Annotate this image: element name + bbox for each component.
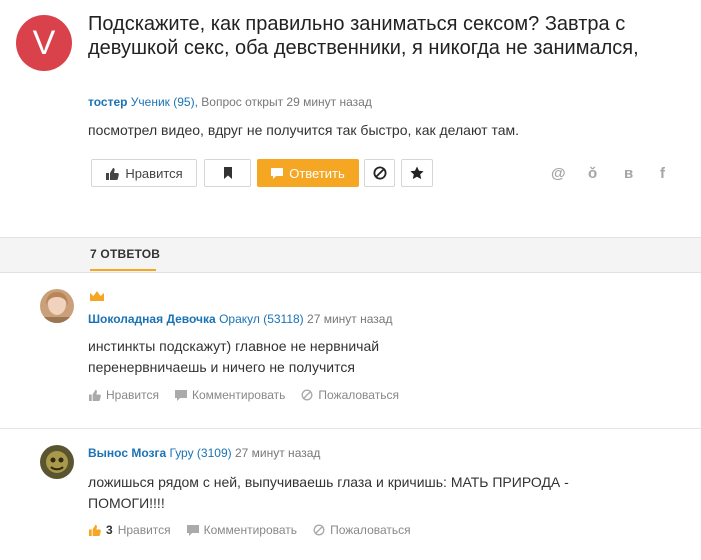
question-author-link[interactable]: тостер <box>88 95 127 109</box>
bookmark-icon <box>223 167 233 179</box>
tab-answers[interactable]: 7 ОТВЕТОВ <box>90 247 160 261</box>
answer-meta: Вынос Мозга Гуру (3109) 27 минут назад <box>88 446 320 460</box>
at-icon[interactable]: @ <box>551 165 566 182</box>
answer-comment-label: Комментировать <box>203 523 298 537</box>
answer-meta: Шоколадная Девочка Оракул (53118) 27 мин… <box>88 312 392 326</box>
thumbs-up-icon <box>88 524 101 536</box>
question-body: посмотрел видео, вдруг не получится так … <box>88 122 520 138</box>
crown-icon <box>90 291 104 301</box>
answer-time: 27 минут назад <box>234 446 321 460</box>
vk-icon[interactable]: в <box>624 165 633 182</box>
answer-like-button[interactable]: Нравится <box>88 388 159 402</box>
thumbs-up-icon <box>88 389 101 401</box>
answer-author-avatar[interactable] <box>40 445 74 479</box>
answer-author-rank: Оракул (53118) <box>219 312 304 326</box>
question-title: Подскажите, как правильно заниматься сек… <box>88 13 639 59</box>
odnoklassniki-icon[interactable]: ǒ <box>588 165 597 182</box>
answer-like-label: Нравится <box>117 523 171 537</box>
comment-icon <box>186 524 199 536</box>
answer-like-label: Нравится <box>106 388 159 402</box>
question-author-rank: Ученик (95), <box>130 95 198 109</box>
block-button[interactable] <box>364 159 395 187</box>
answer-report-label: Пожаловаться <box>318 388 399 402</box>
tab-active-indicator <box>90 269 156 271</box>
answer-button-label: Ответить <box>289 165 345 181</box>
block-icon <box>301 389 313 401</box>
answer-comment-button[interactable]: Комментировать <box>174 388 286 402</box>
star-icon <box>410 166 424 180</box>
comment-icon <box>271 167 284 179</box>
comment-icon <box>174 389 187 401</box>
thumbs-up-icon <box>105 167 120 180</box>
like-button[interactable]: Нравится <box>91 159 197 187</box>
question-author-avatar[interactable]: V <box>16 15 72 71</box>
answer-time: 27 минут назад <box>307 312 393 326</box>
block-icon <box>373 166 387 180</box>
answer-comment-button[interactable]: Комментировать <box>186 523 298 537</box>
answer-text: ложишься рядом с ней, выпучиваешь глаза … <box>88 474 569 511</box>
favorite-button[interactable] <box>401 159 433 187</box>
question-meta: тостер Ученик (95), Вопрос открыт 29 мин… <box>88 95 372 109</box>
answer-comment-label: Комментировать <box>191 388 286 402</box>
answer-author-link[interactable]: Шоколадная Девочка <box>88 312 216 326</box>
answer-like-button[interactable]: 3 Нравится <box>88 523 171 537</box>
facebook-icon[interactable]: f <box>660 165 665 182</box>
answer-report-button[interactable]: Пожаловаться <box>301 388 399 402</box>
answer-divider <box>0 428 701 429</box>
answer-report-label: Пожаловаться <box>330 523 411 537</box>
answer-like-count: 3 <box>106 523 113 537</box>
answer-author-avatar[interactable] <box>40 289 74 323</box>
like-button-label: Нравится <box>125 165 183 181</box>
answer-report-button[interactable]: Пожаловаться <box>313 523 411 537</box>
answer-actions: 3 Нравится Комментировать Пожаловаться <box>88 523 427 537</box>
question-status: Вопрос открыт 29 минут назад <box>201 95 372 109</box>
answer-text: инстинкты подскажут) главное не нервнича… <box>88 338 380 375</box>
answer-author-link[interactable]: Вынос Мозга <box>88 446 166 460</box>
answer-author-rank: Гуру (3109) <box>169 446 232 460</box>
answer-button[interactable]: Ответить <box>257 159 359 187</box>
answer-actions: Нравится Комментировать Пожаловаться <box>88 388 415 402</box>
bookmark-button[interactable] <box>204 159 251 187</box>
block-icon <box>313 524 325 536</box>
